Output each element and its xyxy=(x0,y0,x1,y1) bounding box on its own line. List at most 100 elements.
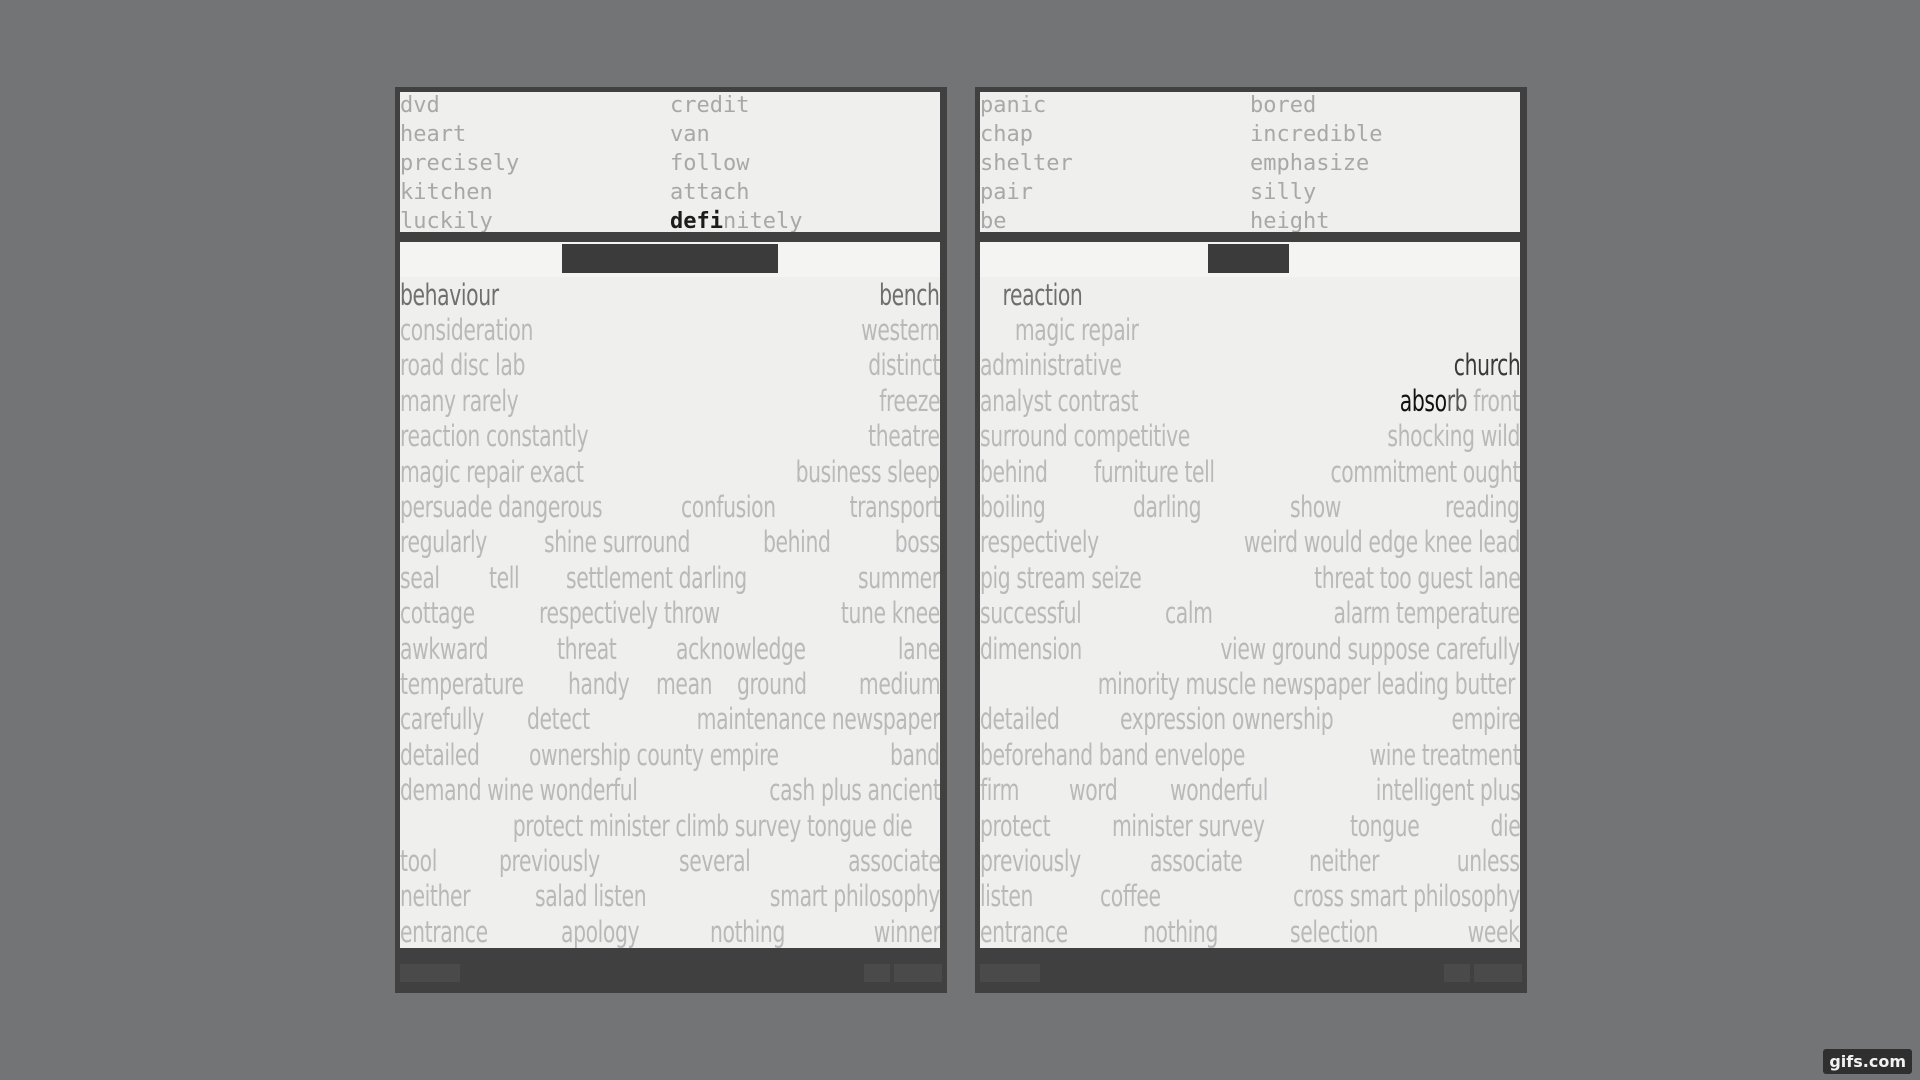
word-row: neither salad listen smart philosophy xyxy=(400,879,940,914)
word-row: pig stream seize threat too guest lane xyxy=(980,560,1520,595)
right-footer-label xyxy=(980,964,1040,982)
left-falling-words: behaviour bench consideration western road d… xyxy=(400,277,940,948)
falling-word: respectively xyxy=(980,525,1099,560)
falling-word: intelligent plus xyxy=(1375,773,1520,808)
word-row: entrance apology nothing winner xyxy=(400,914,940,948)
falling-word: wine treatment xyxy=(1369,737,1520,772)
falling-word: minority muscle newspaper leading butter xyxy=(1097,666,1516,701)
word-row: road disc lab distinct xyxy=(400,348,940,383)
falling-word: behind xyxy=(980,454,1048,489)
falling-word: unless xyxy=(1457,843,1520,878)
falling-word: consideration xyxy=(400,313,533,348)
falling-word: business sleep xyxy=(796,454,940,489)
word-row: carefully detect maintenance newspaper xyxy=(400,702,940,737)
falling-word: detect xyxy=(527,702,591,737)
falling-word: minister survey xyxy=(1112,808,1265,843)
falling-word: weird would edge knee lead xyxy=(1243,525,1520,560)
left-top-strip xyxy=(400,242,940,277)
left-footer xyxy=(400,948,942,993)
falling-word: die xyxy=(1490,808,1520,843)
left-word-bank-column-1: dvd heart precisely kitchen luckily xyxy=(400,92,660,232)
left-player-panel: dvd heart precisely kitchen luckily credit va… xyxy=(395,87,947,993)
falling-word: apology xyxy=(561,914,640,948)
falling-word: detailed xyxy=(980,702,1060,737)
word-bank-item: van xyxy=(670,122,710,147)
falling-word: surround competitive xyxy=(980,419,1190,454)
falling-word: tell xyxy=(488,560,520,595)
falling-word: neither xyxy=(1308,843,1380,878)
word-row: detailed expression ownership empire xyxy=(980,702,1520,737)
falling-word: confusion xyxy=(680,490,776,525)
gifs-watermark: gifs.com xyxy=(1823,1049,1912,1074)
target-word-typing: absorb front xyxy=(1400,384,1520,418)
word-row: behaviour bench xyxy=(400,277,940,312)
word-bank-item: precisely xyxy=(400,151,520,176)
word-bank-item: be xyxy=(980,209,1007,232)
falling-word: protect xyxy=(980,808,1051,843)
falling-word: firm xyxy=(980,773,1020,808)
word-row: protect minister climb survey tongue die xyxy=(400,808,940,843)
falling-word: alarm temperature xyxy=(1333,596,1520,631)
falling-word: boiling xyxy=(980,490,1046,525)
falling-word: reading xyxy=(1445,490,1520,525)
left-game-field: behaviour bench consideration western road d… xyxy=(400,242,940,948)
left-footer-value-2 xyxy=(894,964,942,982)
falling-word: carefully xyxy=(400,702,484,737)
falling-word: detailed xyxy=(400,737,480,772)
falling-word: respectively throw xyxy=(538,596,720,631)
falling-word: persuade dangerous xyxy=(400,490,603,525)
word-bank-typed-item: definitely xyxy=(670,209,803,232)
word-row: beforehand band envelope wine treatment xyxy=(980,737,1520,772)
falling-word: behind xyxy=(763,525,831,560)
falling-word: several xyxy=(678,843,751,878)
falling-word: lane xyxy=(897,631,940,666)
word-row: detailed ownership county empire band xyxy=(400,737,940,772)
right-footer xyxy=(980,948,1522,993)
falling-word: reaction constantly xyxy=(400,419,589,454)
falling-word: acknowledge xyxy=(676,631,806,666)
falling-word: reaction xyxy=(1002,277,1083,312)
word-row: respectively weird would edge knee lead xyxy=(980,525,1520,560)
word-row: demand wine wonderful cash plus ancient xyxy=(400,772,940,807)
word-row: boiling darling show reading xyxy=(980,489,1520,524)
falling-word: magic repair xyxy=(1014,313,1139,348)
word-bank-item: kitchen xyxy=(400,180,493,205)
falling-word: selection xyxy=(1289,914,1378,948)
falling-word: medium xyxy=(858,666,940,701)
falling-word: handy xyxy=(567,666,630,701)
falling-word: beforehand band envelope xyxy=(980,737,1245,772)
falling-word: distinct xyxy=(868,348,940,383)
falling-word: neither xyxy=(400,879,471,914)
word-bank-item: emphasize xyxy=(1250,151,1370,176)
falling-word: theatre xyxy=(868,419,940,454)
falling-word: maintenance newspaper xyxy=(696,702,940,737)
falling-word: nothing xyxy=(1143,914,1219,948)
word-row: cottage respectively throw tune knee xyxy=(400,596,940,631)
falling-word: western xyxy=(861,313,940,348)
word-bank-item: dvd xyxy=(400,93,440,118)
falling-word: previously xyxy=(980,843,1081,878)
falling-word: cross smart philosophy xyxy=(1293,879,1520,914)
right-falling-words: reaction magic repair administrative church… xyxy=(980,277,1520,948)
falling-word: seal xyxy=(400,560,440,595)
word-bank-item: pair xyxy=(980,180,1033,205)
falling-word: ground xyxy=(737,666,807,701)
falling-word: furniture tell xyxy=(1094,454,1216,489)
left-word-bank-column-2: credit van follow attach definitely xyxy=(670,92,930,232)
word-row: persuade dangerous confusion transport xyxy=(400,489,940,524)
word-bank-item: incredible xyxy=(1250,122,1383,147)
word-row: dimension view ground suppose carefully xyxy=(980,631,1520,666)
right-footer-value-1 xyxy=(1444,964,1470,982)
falling-word: shine surround xyxy=(543,525,690,560)
right-player-panel: panic chap shelter pair be bored incredible em… xyxy=(975,87,1527,993)
word-row: regularly shine surround behind boss xyxy=(400,525,940,560)
typed-letters: abso xyxy=(1400,383,1448,418)
falling-word: view ground suppose carefully xyxy=(1220,631,1520,666)
falling-word: temperature xyxy=(400,666,524,701)
falling-word: demand wine wonderful xyxy=(400,773,638,808)
falling-word: bench xyxy=(879,277,940,312)
word-bank-item: shelter xyxy=(980,151,1073,176)
falling-word: analyst contrast xyxy=(980,383,1139,418)
falling-word: coffee xyxy=(1099,879,1161,914)
word-row: magic repair exact business sleep xyxy=(400,454,940,489)
